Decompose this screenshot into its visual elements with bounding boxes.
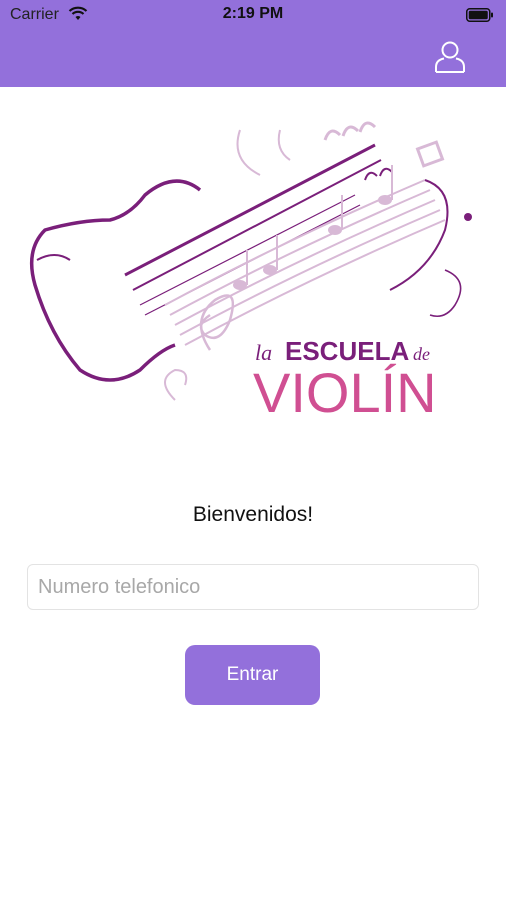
status-time: 2:19 PM	[222, 5, 284, 22]
enter-button[interactable]: Entrar	[185, 645, 320, 705]
phone-number-input[interactable]	[27, 564, 479, 610]
logo-violin: VIOLÍN	[253, 361, 437, 420]
top-bar: Carrier 2:19 PM	[0, 0, 506, 87]
welcome-heading: Bienvenidos!	[192, 503, 314, 526]
escuela-violin-logo: la ESCUELA de VIOLÍN	[25, 100, 495, 424]
status-bar: Carrier 2:19 PM	[0, 0, 506, 30]
battery-icon	[466, 8, 494, 27]
user-profile-icon[interactable]	[434, 40, 466, 74]
